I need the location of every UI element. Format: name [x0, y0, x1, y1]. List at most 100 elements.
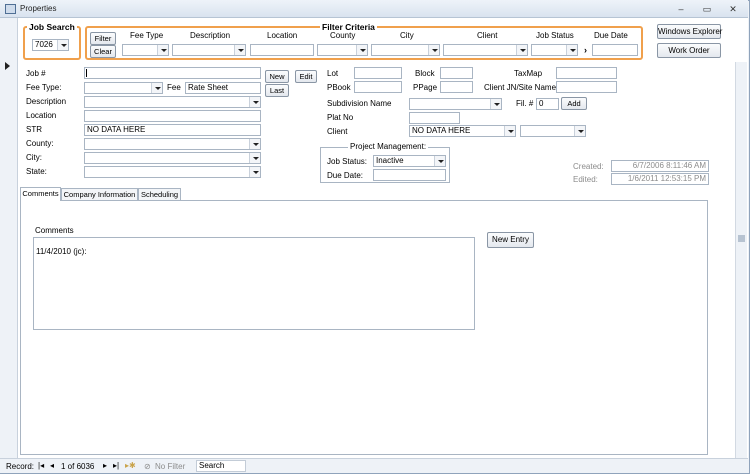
county-label: County: [26, 139, 54, 148]
chevron-down-icon[interactable] [434, 156, 445, 166]
city-combo[interactable] [84, 152, 261, 164]
vertical-scrollbar[interactable] [735, 62, 747, 458]
filter-county-combo[interactable] [317, 44, 368, 56]
plat-field[interactable] [409, 112, 460, 124]
no-filter-label[interactable]: No Filter [155, 462, 185, 471]
edit-record-button[interactable]: Edit [295, 70, 317, 83]
filter-client-combo[interactable] [443, 44, 528, 56]
ppage-field[interactable] [440, 81, 473, 93]
scrollbar-thumb[interactable] [738, 235, 745, 242]
due-date-label: Due Date: [327, 171, 364, 180]
job-search-value: 7026 [35, 40, 53, 49]
edited-label: Edited: [573, 175, 598, 184]
comments-label: Comments [35, 226, 74, 235]
filter-due-date-field[interactable] [592, 44, 638, 56]
pbook-field[interactable] [354, 81, 402, 93]
job-status-combo[interactable]: Inactive [373, 155, 446, 167]
add-button[interactable]: Add [561, 97, 587, 110]
clear-button[interactable]: Clear [90, 45, 116, 58]
job-search-title: Job Search [27, 22, 77, 32]
title-bar: Properties – ▭ ✕ [0, 0, 748, 18]
new-record-icon[interactable]: ▸✱ [125, 461, 136, 470]
fee-field[interactable]: Rate Sheet [185, 82, 261, 94]
chevron-down-icon[interactable] [249, 97, 260, 107]
chevron-down-icon[interactable] [151, 83, 162, 93]
client-value: NO DATA HERE [412, 126, 471, 135]
fee-label: Fee [167, 83, 181, 92]
filter-city-combo[interactable] [371, 44, 440, 56]
chevron-down-icon[interactable] [356, 45, 367, 55]
client-label: Client [327, 127, 348, 136]
no-filter-icon[interactable]: ⊘ [144, 462, 151, 471]
record-selector[interactable] [0, 18, 18, 458]
fil-field[interactable]: 0 [536, 98, 559, 110]
first-record-icon[interactable]: |◂ [38, 461, 44, 470]
chevron-down-icon[interactable] [490, 99, 501, 109]
next-record-icon[interactable]: ▸ [103, 461, 107, 470]
last-record-button[interactable]: Last [265, 84, 289, 97]
fee-type-label: Fee Type: [26, 83, 62, 92]
job-number-field[interactable] [84, 67, 261, 79]
filter-description-combo[interactable] [172, 44, 246, 56]
chevron-right-icon: › [584, 45, 587, 55]
chevron-down-icon[interactable] [428, 45, 439, 55]
description-combo[interactable] [84, 96, 261, 108]
chevron-down-icon[interactable] [504, 126, 515, 136]
close-button[interactable]: ✕ [724, 3, 742, 15]
client-contact-combo[interactable] [520, 125, 586, 137]
lot-field[interactable] [354, 67, 402, 79]
subdivision-combo[interactable] [409, 98, 502, 110]
fee-type-combo[interactable] [84, 82, 163, 94]
filter-button[interactable]: Filter [90, 32, 116, 45]
chevron-down-icon[interactable] [566, 45, 577, 55]
client-combo[interactable]: NO DATA HERE [409, 125, 516, 137]
description-label: Description [26, 97, 67, 106]
job-status-value: Inactive [376, 156, 404, 165]
last-record-icon[interactable]: ▸| [113, 461, 119, 470]
previous-record-icon[interactable]: ◂ [50, 461, 54, 470]
chevron-down-icon[interactable] [249, 153, 260, 163]
state-combo[interactable] [84, 166, 261, 178]
record-position[interactable]: 1 of 6036 [61, 462, 94, 471]
location-field[interactable] [84, 110, 261, 122]
new-entry-button[interactable]: New Entry [487, 232, 534, 248]
taxmap-field[interactable] [556, 67, 617, 79]
filter-fee-type-combo[interactable] [122, 44, 169, 56]
current-record-arrow-icon [5, 62, 10, 70]
tab-comments[interactable]: Comments [20, 187, 61, 201]
filter-label-county: County [330, 31, 356, 40]
block-field[interactable] [440, 67, 473, 79]
pbook-label: PBook [327, 83, 351, 92]
chevron-down-icon[interactable] [57, 40, 68, 50]
client-jn-field[interactable] [556, 81, 617, 93]
comments-textarea[interactable]: 11/4/2010 (jc): [33, 237, 475, 330]
str-field[interactable]: NO DATA HERE [84, 124, 261, 136]
job-search-combo[interactable]: 7026 [32, 39, 69, 51]
subdivision-label: Subdivision Name [327, 99, 392, 108]
filter-job-status-combo[interactable] [531, 44, 578, 56]
chevron-down-icon[interactable] [574, 126, 585, 136]
ppage-label: PPage [413, 83, 438, 92]
filter-location-field[interactable] [250, 44, 314, 56]
work-order-button[interactable]: Work Order [657, 43, 721, 58]
filter-label-city: City [400, 31, 414, 40]
record-label: Record: [6, 462, 35, 471]
search-field[interactable]: Search [196, 460, 246, 472]
new-record-button[interactable]: New [265, 70, 289, 83]
str-label: STR [26, 125, 42, 134]
due-date-field[interactable] [373, 169, 446, 181]
created-label: Created: [573, 162, 604, 171]
job-number-label: Job # [26, 69, 46, 78]
chevron-down-icon[interactable] [234, 45, 245, 55]
chevron-down-icon[interactable] [157, 45, 168, 55]
county-combo[interactable] [84, 138, 261, 150]
chevron-down-icon[interactable] [516, 45, 527, 55]
chevron-down-icon[interactable] [249, 139, 260, 149]
windows-explorer-button[interactable]: Windows Explorer [657, 24, 722, 39]
created-field: 6/7/2006 8:11:46 AM [611, 160, 709, 172]
chevron-down-icon[interactable] [249, 167, 260, 177]
edited-field: 1/6/2011 12:53:15 PM [611, 173, 709, 185]
job-status-label: Job Status: [327, 157, 368, 166]
minimize-button[interactable]: – [672, 3, 690, 15]
restore-button[interactable]: ▭ [698, 3, 716, 15]
